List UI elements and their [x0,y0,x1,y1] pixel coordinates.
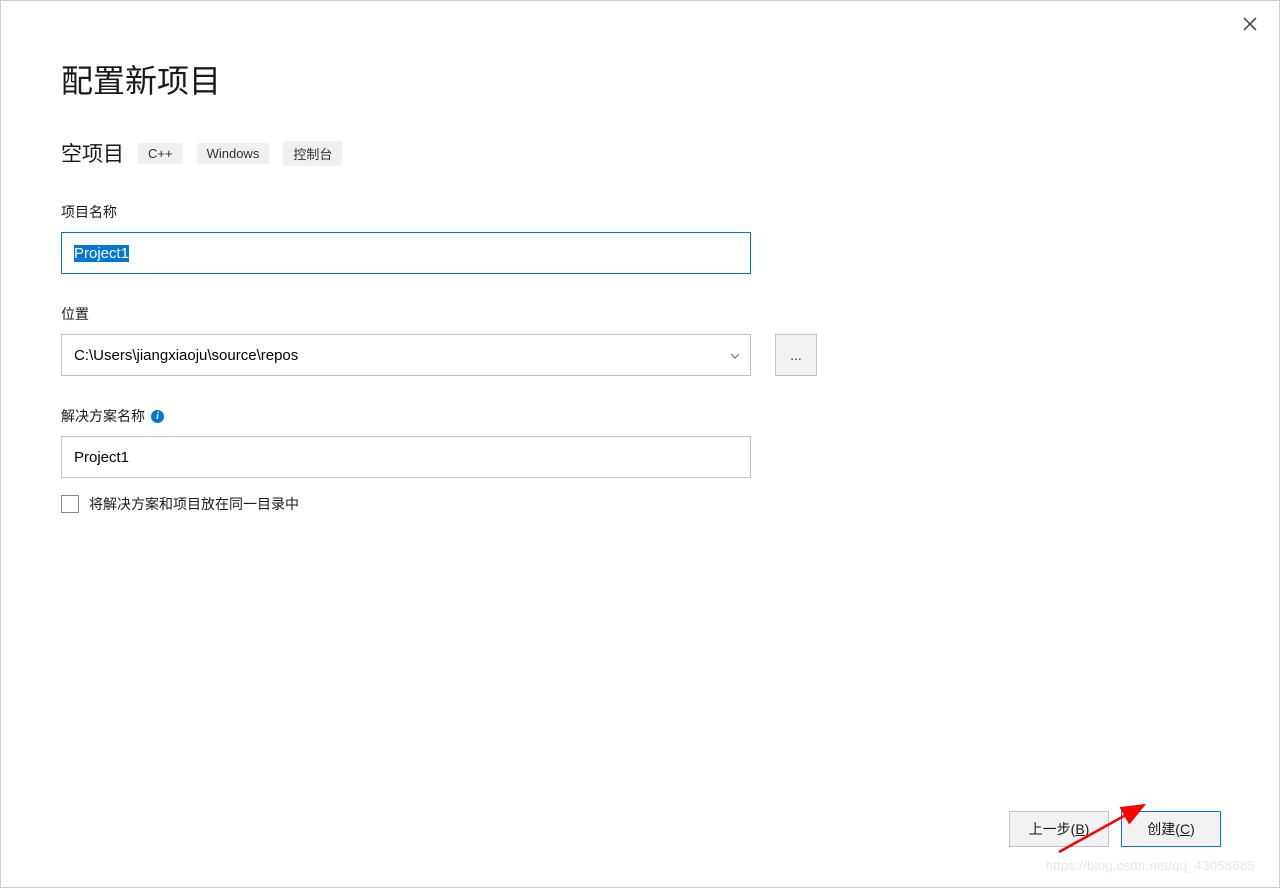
solution-name-label: 解决方案名称 i [61,406,1219,426]
same-directory-checkbox[interactable] [61,495,79,513]
template-name: 空项目 [61,138,124,168]
tag-cpp: C++ [138,143,183,164]
close-icon [1243,17,1257,31]
location-input[interactable] [61,334,751,376]
project-name-input[interactable] [61,232,751,274]
tag-console: 控制台 [283,141,342,166]
info-icon: i [151,410,164,423]
back-button[interactable]: 上一步(B) [1009,811,1109,847]
watermark: https://blog.csdn.net/qq_43058685 [1046,858,1255,873]
same-directory-label[interactable]: 将解决方案和项目放在同一目录中 [89,494,299,514]
solution-name-input[interactable] [61,436,751,478]
close-button[interactable] [1241,15,1259,33]
create-button[interactable]: 创建(C) [1121,811,1221,847]
project-name-label: 项目名称 [61,202,1219,222]
solution-name-label-text: 解决方案名称 [61,406,145,426]
template-info-row: 空项目 C++ Windows 控制台 [61,138,1219,168]
page-title: 配置新项目 [61,56,1219,102]
tag-windows: Windows [197,143,270,164]
browse-button[interactable]: ... [775,334,817,376]
location-label: 位置 [61,304,1219,324]
